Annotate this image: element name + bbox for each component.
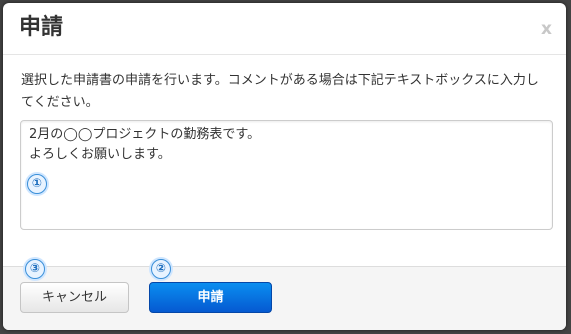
submit-button[interactable]: 申請 <box>149 282 272 313</box>
submit-dialog: 申請 x 選択した申請書の申請を行います。コメントがある場合は下記テキストボック… <box>3 3 566 330</box>
dialog-header: 申請 x <box>3 3 566 55</box>
dialog-footer: ③ ② キャンセル 申請 <box>3 259 566 330</box>
dialog-title: 申請 <box>19 15 64 40</box>
instruction-text: 選択した申請書の申請を行います。コメントがある場合は下記テキストボックスに入力し… <box>21 73 539 110</box>
comment-textarea[interactable] <box>20 120 553 230</box>
dialog-body: 選択した申請書の申請を行います。コメントがある場合は下記テキストボックスに入力し… <box>3 55 566 266</box>
annotation-marker-2: ② <box>151 259 171 279</box>
annotation-marker-1: ① <box>27 174 47 194</box>
annotation-marker-3: ③ <box>25 259 45 279</box>
close-icon[interactable]: x <box>541 19 552 39</box>
cancel-button[interactable]: キャンセル <box>20 282 129 313</box>
